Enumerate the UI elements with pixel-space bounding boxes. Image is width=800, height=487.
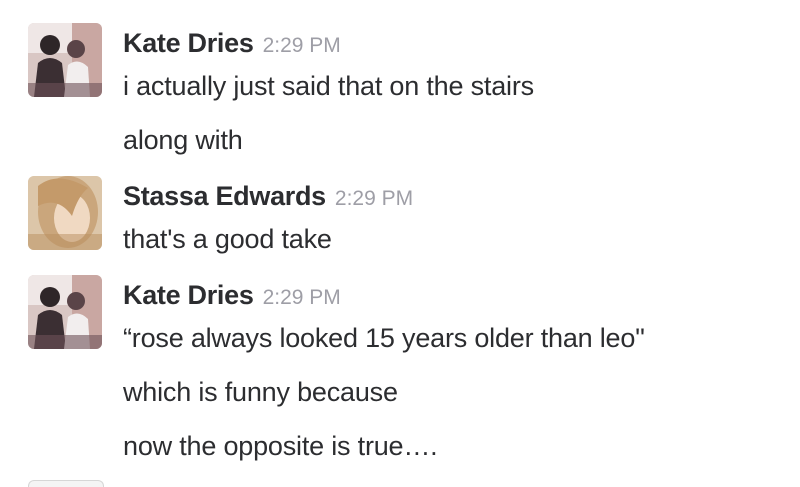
avatar[interactable] [28, 23, 102, 97]
sender-name[interactable]: Kate Dries [123, 28, 254, 58]
user-photo-icon [28, 275, 102, 349]
timestamp[interactable]: 2:29 PM [263, 286, 341, 309]
message-header: Kate Dries 2:29 PM [123, 23, 341, 63]
timestamp[interactable]: 2:29 PM [263, 34, 341, 57]
timestamp[interactable]: 2:29 PM [335, 187, 413, 210]
message-text: along with [123, 125, 243, 155]
message-text: that's a good take [123, 224, 332, 254]
message-text: now the opposite is true…. [123, 431, 438, 461]
message-text: “rose always looked 15 years older than … [123, 323, 645, 353]
message-header: Kate Dries 2:29 PM [123, 275, 341, 315]
user-photo-icon [28, 23, 102, 97]
sender-name[interactable]: Stassa Edwards [123, 181, 326, 211]
message-text: which is funny because [123, 377, 398, 407]
message-list: Kate Dries 2:29 PM i actually just said t… [0, 0, 800, 487]
avatar[interactable] [28, 176, 102, 250]
sender-name[interactable]: Kate Dries [123, 280, 254, 310]
avatar[interactable] [28, 275, 102, 349]
user-photo-icon [28, 176, 102, 250]
avatar[interactable] [28, 480, 104, 487]
message-header: Stassa Edwards 2:29 PM [123, 176, 413, 216]
message-text: i actually just said that on the stairs [123, 71, 534, 101]
